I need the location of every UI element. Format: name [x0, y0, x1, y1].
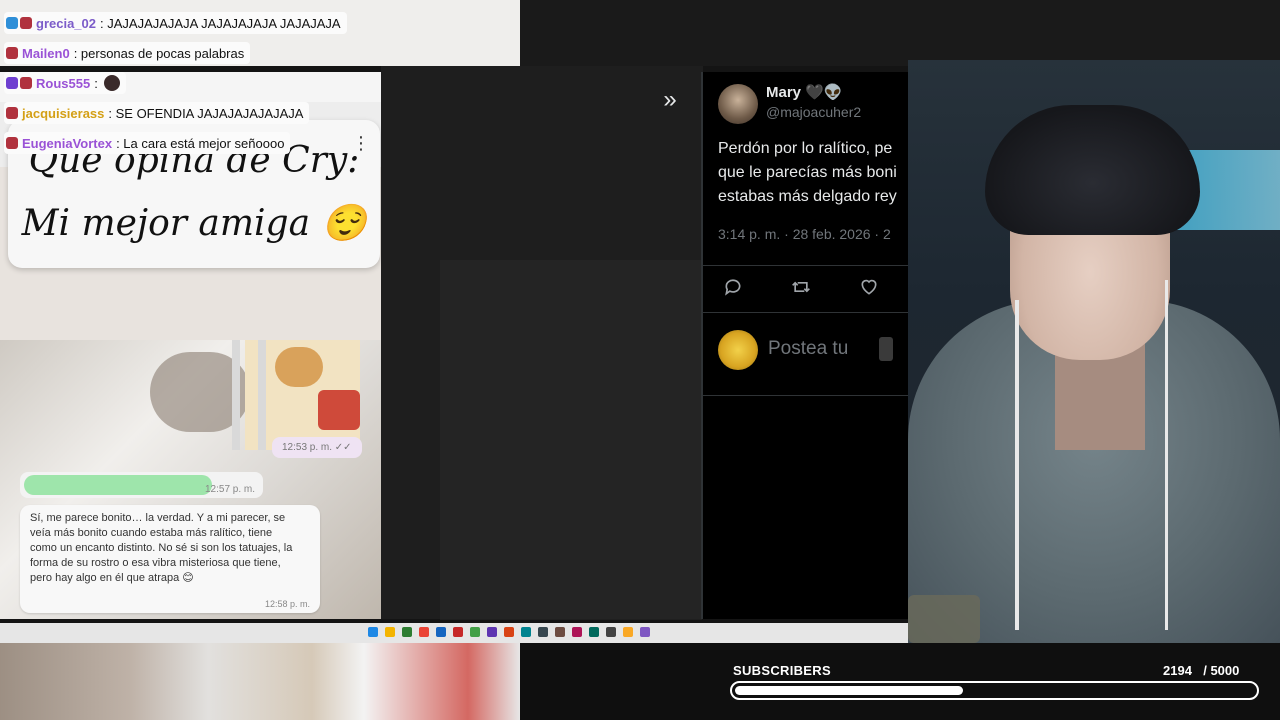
tweet-author-avatar[interactable] [718, 84, 758, 124]
app-icon[interactable] [555, 627, 565, 637]
earphone-cord [1165, 280, 1168, 630]
start-icon[interactable] [368, 627, 378, 637]
doge-ladder [232, 340, 240, 450]
like-icon[interactable] [858, 277, 880, 299]
chat-username: Mailen0 [22, 45, 70, 61]
earphone-cord [1015, 300, 1019, 630]
chat-text: : SE OFENDIA JAJAJAJAJAJAJA [108, 105, 304, 121]
my-avatar[interactable] [718, 330, 758, 370]
chat-username: jacquisierass [22, 105, 105, 121]
divider [703, 395, 908, 396]
chat-username: grecia_02 [36, 15, 96, 31]
chat-message: Mailen0 : personas de pocas palabras [4, 42, 251, 64]
chat-username: EugeniaVortex [22, 135, 113, 151]
chat-username: Rous555 [36, 75, 91, 91]
more-options-icon[interactable]: ⋮ [352, 132, 370, 154]
app-icon[interactable] [453, 627, 463, 637]
compose-input[interactable]: Postea tu [768, 338, 848, 360]
emote-badge-icon [20, 17, 32, 29]
reply-message: Sí, me parece bonito… la verdad. Y a mi … [20, 505, 320, 613]
app-icon[interactable] [487, 627, 497, 637]
app-icon[interactable] [470, 627, 480, 637]
app-icon[interactable] [572, 627, 582, 637]
doge-ladder [258, 340, 266, 450]
app-icon[interactable] [589, 627, 599, 637]
scroll-arrows-icon[interactable] [879, 337, 893, 361]
sub-badge-icon [6, 17, 18, 29]
chat-message: grecia_02 : JAJAJAJAJAJA JAJAJAJAJA JAJA… [4, 12, 347, 34]
app-icon[interactable] [623, 627, 633, 637]
chat-text: : personas de pocas palabras [73, 45, 245, 61]
subscribers-goal: / 5000 [1196, 663, 1240, 678]
doge-pillow [318, 390, 360, 430]
chat-message: EugeniaVortex : La cara está mejor señoo… [4, 132, 291, 154]
tweet-timestamp[interactable]: 3:14 p. m. · 28 feb. 2026 · 2 [718, 226, 891, 242]
chat-message: Rous555 : [4, 72, 126, 94]
emote-icon [103, 75, 120, 91]
phone-screenshot: Que opina de Cry: Mi mejor amiga 😌 12:53… [0, 72, 381, 619]
divider [703, 312, 908, 313]
divider [703, 265, 908, 266]
app-icon[interactable] [606, 627, 616, 637]
browser-icon[interactable] [419, 627, 429, 637]
reply-icon[interactable] [722, 277, 744, 299]
folder-icon[interactable] [385, 627, 395, 637]
tweet-line: Perdón por lo ralítico, pe [718, 140, 893, 157]
reply-text: Sí, me parece bonito… la verdad. Y a mi … [30, 512, 293, 584]
background-blurred-image [0, 643, 520, 720]
sticker-line-2: Mi mejor amiga 😌 [21, 203, 367, 244]
chat-text: : [94, 75, 98, 91]
app-icon[interactable] [640, 627, 650, 637]
chat-message: jacquisierass : SE OFENDIA JAJAJAJAJAJAJ… [4, 102, 310, 124]
tweet-body: Perdón por lo ralítico, pe que le parecí… [718, 137, 908, 209]
emote-badge-icon [6, 107, 18, 119]
sub-badge-icon [6, 77, 18, 89]
background-top [520, 0, 1280, 66]
streamer-hair [985, 105, 1200, 235]
tweet-author-handle[interactable]: @majoacuher2 [766, 104, 861, 120]
emote-badge-icon [6, 137, 18, 149]
retweet-icon[interactable] [790, 277, 812, 299]
message-time: 12:57 p. m. [205, 484, 256, 495]
glass-object [908, 595, 980, 643]
message-time: 12:53 p. m. ✓✓ [272, 437, 362, 458]
emote-badge-icon [20, 77, 32, 89]
app-icon[interactable] [436, 627, 446, 637]
background-blurred-panel [440, 260, 702, 620]
reply-time: 12:58 p. m. [264, 599, 310, 609]
tweet-line: que le parecías más boni [718, 164, 897, 181]
subscribers-count: 2194 [1163, 663, 1192, 678]
subscribers-label: SUBSCRIBERS [733, 663, 831, 678]
tweet-line: estabas más delgado rey [718, 188, 897, 205]
app-icon[interactable] [402, 627, 412, 637]
doge-head [275, 347, 323, 387]
app-icon[interactable] [504, 627, 514, 637]
redacted-text [24, 475, 212, 495]
chat-text: : La cara está mejor señoooo [116, 135, 285, 151]
app-icon[interactable] [521, 627, 531, 637]
tweet-author-name[interactable]: Mary 🖤👽 [766, 83, 843, 101]
collapse-panel-icon[interactable]: » [656, 86, 684, 114]
emote-badge-icon [6, 47, 18, 59]
subscribers-progress-bar [730, 681, 1259, 700]
app-icon[interactable] [538, 627, 548, 637]
chat-text: : JAJAJAJAJAJA JAJAJAJAJA JAJAJAJA [100, 15, 341, 31]
subscribers-progress-fill [735, 686, 963, 695]
